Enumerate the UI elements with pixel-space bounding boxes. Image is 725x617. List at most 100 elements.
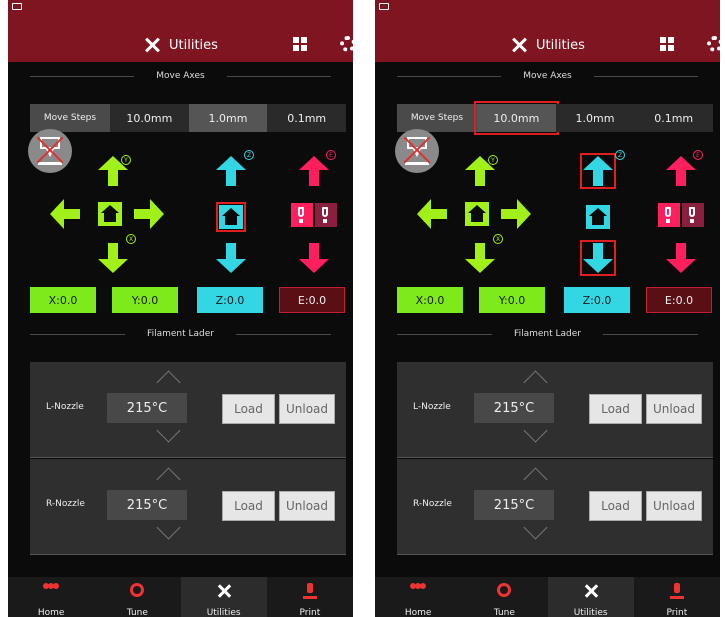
e-extrude-arrow[interactable] (299, 243, 329, 273)
left-nozzle-panel: L-Nozzle 215°C Load Unload (30, 362, 346, 458)
settings-gear-icon[interactable] (707, 36, 720, 52)
right-extruder-button[interactable] (315, 203, 337, 227)
temp-up-chevron-icon[interactable] (523, 370, 548, 395)
utilities-icon (143, 36, 161, 54)
tab-print[interactable]: Print (266, 577, 353, 617)
step-option-0-1mm[interactable]: 0.1mm (634, 104, 714, 132)
step-option-10mm[interactable]: 10.0mm (474, 101, 559, 135)
left-extruder-button[interactable] (291, 203, 313, 227)
x-right-arrow[interactable] (501, 199, 531, 229)
step-option-0-1mm[interactable]: 0.1mm (267, 104, 347, 132)
x-left-arrow[interactable] (417, 199, 447, 229)
page-title: Utilities (536, 37, 585, 53)
disable-motors-icon[interactable] (28, 129, 72, 173)
x-left-arrow[interactable] (50, 199, 80, 229)
step-option-1mm[interactable]: 1.0mm (188, 104, 268, 132)
y-down-arrow[interactable] (98, 243, 128, 273)
x-position-display: X:0.0 (397, 287, 463, 313)
y-position-display: Y:0.0 (112, 287, 178, 313)
bottom-tab-bar: Home Tune Utilities Print (8, 577, 353, 617)
tab-home[interactable]: Home (8, 577, 95, 617)
tab-utilities[interactable]: Utilities (180, 577, 267, 617)
step-option-1mm[interactable]: 1.0mm (555, 104, 635, 132)
utilities-icon (216, 583, 232, 599)
z-position-display: Z:0.0 (197, 287, 263, 313)
e-position-display: E:0.0 (646, 287, 712, 313)
nozzle-label: R-Nozzle (413, 499, 452, 509)
print-icon (302, 583, 317, 601)
print-icon (669, 583, 684, 601)
e-retract-arrow[interactable] (666, 156, 696, 186)
e-position-display: E:0.0 (279, 287, 345, 313)
tab-utilities[interactable]: Utilities (547, 577, 634, 617)
tune-icon (130, 583, 145, 597)
e-retract-arrow[interactable] (299, 156, 329, 186)
load-button[interactable]: Load (589, 491, 642, 521)
z-axis-label: Z (244, 150, 254, 160)
load-button[interactable]: Load (589, 394, 642, 424)
temp-up-chevron-icon[interactable] (523, 467, 548, 492)
filament-section-title: Filament Lader (375, 326, 720, 342)
z-up-arrow[interactable] (216, 156, 246, 186)
load-button[interactable]: Load (222, 394, 275, 424)
z-up-arrow[interactable] (580, 153, 616, 189)
xy-home-button[interactable] (98, 202, 122, 226)
e-axis-label: E (326, 150, 336, 160)
move-steps-row: Move Steps 10.0mm 1.0mm 0.1mm (397, 101, 714, 135)
right-nozzle-panel: R-Nozzle 215°C Load Unload (397, 459, 713, 555)
tune-icon (497, 583, 512, 597)
move-axes-section-title: Move Axes (375, 68, 720, 84)
app-header: Utilities (375, 0, 720, 62)
left-nozzle-panel: L-Nozzle 215°C Load Unload (397, 362, 713, 458)
nozzle-temp-display: 215°C (107, 490, 187, 520)
settings-gear-icon[interactable] (340, 36, 353, 52)
temp-up-chevron-icon[interactable] (156, 467, 181, 492)
nozzle-temp-display: 215°C (474, 393, 554, 423)
cast-icon (379, 3, 389, 10)
y-position-display: Y:0.0 (479, 287, 545, 313)
z-home-button[interactable] (586, 205, 610, 229)
cast-icon (12, 3, 22, 10)
z-home-button[interactable] (216, 202, 246, 232)
load-button[interactable]: Load (222, 491, 275, 521)
z-down-arrow[interactable] (580, 240, 616, 276)
tab-tune[interactable]: Tune (461, 577, 548, 617)
x-right-arrow[interactable] (134, 199, 164, 229)
unload-button[interactable]: Unload (646, 491, 702, 521)
y-down-arrow[interactable] (465, 243, 495, 273)
utilities-screen-left: Utilities Move Axes Move Steps 10.0mm 1.… (8, 0, 353, 617)
unload-button[interactable]: Unload (646, 394, 702, 424)
people-icon (410, 583, 427, 593)
people-icon (43, 583, 60, 593)
unload-button[interactable]: Unload (279, 394, 335, 424)
unload-button[interactable]: Unload (279, 491, 335, 521)
utilities-icon (510, 36, 528, 54)
z-down-arrow[interactable] (216, 243, 246, 273)
left-extruder-button[interactable] (658, 203, 680, 227)
z-axis-label: Z (615, 150, 625, 160)
tab-tune[interactable]: Tune (94, 577, 181, 617)
apps-icon[interactable] (660, 37, 675, 52)
e-extrude-arrow[interactable] (666, 243, 696, 273)
tab-home[interactable]: Home (375, 577, 462, 617)
tab-print[interactable]: Print (633, 577, 720, 617)
move-steps-label: Move Steps (397, 104, 477, 132)
filament-section-title: Filament Lader (8, 326, 353, 342)
nozzle-label: L-Nozzle (413, 402, 451, 412)
apps-icon[interactable] (293, 37, 308, 52)
move-steps-label: Move Steps (30, 104, 110, 132)
y-axis-label: Y (121, 155, 131, 165)
temp-up-chevron-icon[interactable] (156, 370, 181, 395)
right-extruder-button[interactable] (682, 203, 704, 227)
page-title: Utilities (169, 37, 218, 53)
app-header: Utilities (8, 0, 353, 62)
nozzle-temp-display: 215°C (107, 393, 187, 423)
xy-home-button[interactable] (465, 202, 489, 226)
y-axis-label: Y (488, 155, 498, 165)
right-nozzle-panel: R-Nozzle 215°C Load Unload (30, 459, 346, 555)
nozzle-temp-display: 215°C (474, 490, 554, 520)
disable-motors-icon[interactable] (395, 129, 439, 173)
move-steps-row: Move Steps 10.0mm 1.0mm 0.1mm (30, 104, 347, 132)
z-position-display: Z:0.0 (564, 287, 630, 313)
step-option-10mm[interactable]: 10.0mm (110, 104, 189, 132)
